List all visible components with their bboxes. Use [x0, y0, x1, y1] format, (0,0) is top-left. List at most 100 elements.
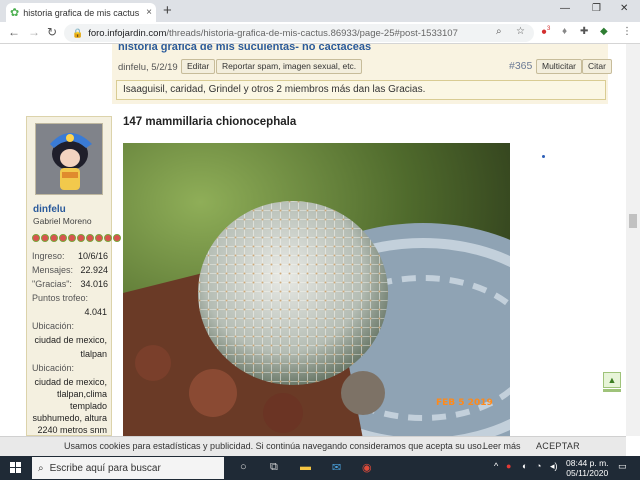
tray-chevron-icon[interactable]: ^ — [494, 461, 498, 471]
task-view-icon[interactable]: ○ — [240, 461, 247, 473]
tab-title: historia grafica de mis cactus | Fo — [23, 7, 142, 18]
address-bar[interactable]: 🔒 foro.infojardin.com/threads/historia-g… — [64, 24, 534, 42]
taskbar-search-box[interactable]: ⌕ Escribe aquí para buscar — [32, 457, 224, 479]
avatar[interactable] — [35, 123, 103, 195]
tab-strip: ✿ historia grafica de mis cactus | Fo × … — [0, 0, 640, 22]
stat-label: Ingreso: — [32, 251, 65, 261]
scroll-to-top-button[interactable]: ▲ — [603, 372, 621, 388]
new-tab-button[interactable]: + — [163, 2, 172, 19]
avatar-image — [36, 124, 102, 194]
minimize-icon[interactable]: — — [560, 3, 570, 14]
tray-app-2-icon[interactable]: ◐ — [522, 461, 527, 471]
rating-star-icon — [104, 234, 112, 242]
scroll-to-bottom-button[interactable] — [603, 389, 621, 392]
location-line: ciudad de mexico, — [34, 335, 107, 345]
location-line: tlalpan — [80, 349, 107, 359]
post-photo[interactable]: FEB 5 2019 — [123, 143, 510, 436]
menu-dots-icon[interactable]: ⋮ — [622, 26, 632, 37]
location2-line: ciudad de mexico, — [34, 377, 107, 387]
browser-tab[interactable]: ✿ historia grafica de mis cactus | Fo × — [6, 3, 156, 22]
network-icon[interactable]: ◔ — [536, 461, 541, 471]
page-content: historia grafica de mis suculentas- no c… — [0, 44, 626, 436]
location2-line: templado — [69, 401, 107, 411]
puzzle-extensions-icon[interactable]: ✚ — [580, 26, 588, 37]
cactus-photo — [123, 143, 510, 436]
trophy-value[interactable]: 4.041 — [31, 307, 107, 317]
taskbar-search-placeholder: Escribe aquí para buscar — [49, 462, 161, 474]
extension-badge-icon[interactable]: ●3 — [541, 26, 550, 37]
extension-badge-count: 3 — [547, 26, 551, 32]
extension-2-icon[interactable]: ◆ — [600, 26, 608, 37]
user-real-name: Gabriel Moreno — [33, 216, 92, 226]
clock-time: 08:44 p. m. — [566, 458, 609, 468]
rating-star-icon — [95, 234, 103, 242]
location2-line: 2240 metros snm — [37, 425, 107, 435]
reload-icon[interactable]: ↻ — [47, 25, 57, 39]
username[interactable]: dinfelu — [33, 204, 66, 215]
stat-value: 10/6/16 — [77, 251, 108, 261]
chrome-icon[interactable]: ◉ — [362, 461, 372, 474]
location2-line: tlalpan,clima — [56, 389, 107, 399]
navigation-bar: ← → ↻ 🔒 foro.infojardin.com/threads/hist… — [0, 22, 640, 44]
stat-messages: Mensajes: 22.924 — [32, 265, 108, 275]
back-icon[interactable]: ← — [8, 25, 20, 39]
stat-value[interactable]: 22.924 — [80, 265, 108, 275]
rating-star-icon — [77, 234, 85, 242]
cookie-banner: Usamos cookies para estadísticas y publi… — [0, 436, 626, 456]
multiquote-button[interactable]: Multicitar — [536, 59, 583, 74]
bookmark-star-icon[interactable]: ☆ — [516, 26, 525, 37]
trophy-label: Puntos trofeo: — [32, 293, 89, 303]
taskbar-clock[interactable]: 08:44 p. m. 05/11/2020 — [566, 458, 609, 478]
forward-icon[interactable]: → — [28, 25, 40, 39]
zoom-icon[interactable]: ⌕ — [496, 26, 502, 37]
user-info-panel: dinfelu Gabriel Moreno Ingreso: 10/6/16 … — [26, 116, 121, 436]
site-favicon-icon: ✿ — [10, 7, 20, 19]
quote-button[interactable]: Citar — [582, 59, 612, 74]
stat-thanks: "Gracias": 34.016 — [32, 279, 108, 289]
cookie-accept-button[interactable]: ACEPTAR — [536, 441, 580, 451]
rating-star-icon — [68, 234, 76, 242]
location-label: Ubicación: — [32, 321, 75, 331]
tab-close-icon[interactable]: × — [146, 7, 152, 18]
stat-value: 34.016 — [80, 279, 108, 289]
file-explorer-icon[interactable]: ▬ — [300, 461, 311, 473]
url-path: /threads/historia-grafica-de-mis-cactus.… — [166, 27, 458, 39]
post-meta[interactable]: dinfelu, 5/2/19 — [118, 62, 178, 73]
location2-line: subhumedo, altura — [32, 413, 107, 423]
edit-button[interactable]: Editar — [181, 59, 216, 74]
stat-joined: Ingreso: 10/6/16 — [32, 251, 108, 261]
extension-icon[interactable]: ♦ — [562, 26, 567, 37]
rating-star-icon — [41, 234, 49, 242]
post-number[interactable]: #365 — [509, 60, 532, 72]
location2-label: Ubicación: — [32, 363, 75, 373]
screen: ✿ historia grafica de mis cactus | Fo × … — [0, 0, 640, 480]
thanks-bar: Isaaguisil, caridad, Grindel y otros 2 m… — [116, 80, 606, 100]
search-icon: ⌕ — [38, 462, 44, 474]
close-window-icon[interactable]: ✕ — [620, 3, 628, 14]
restore-icon[interactable]: ❐ — [592, 3, 601, 14]
user-rating — [32, 234, 121, 242]
multitask-icon[interactable]: ⧉ — [270, 461, 278, 474]
photo-date-stamp: FEB 5 2019 — [436, 398, 493, 408]
volume-icon[interactable]: ◂) — [550, 461, 558, 472]
stat-label: Mensajes: — [32, 265, 74, 275]
lock-icon: 🔒 — [72, 27, 84, 38]
page-scrollbar[interactable] — [626, 44, 640, 436]
cookie-read-more-link[interactable]: Leer más — [483, 441, 521, 451]
rating-star-icon — [32, 234, 40, 242]
rating-star-icon — [50, 234, 58, 242]
rating-star-icon — [113, 234, 121, 242]
windows-taskbar: ⌕ Escribe aquí para buscar ○ ⧉ ▬ ✉ ◉ ^ ●… — [0, 456, 640, 480]
mail-icon[interactable]: ✉ — [332, 461, 341, 474]
scrollbar-thumb[interactable] — [629, 214, 637, 228]
url-host: foro.infojardin.com — [88, 27, 167, 39]
rating-star-icon — [86, 234, 94, 242]
post-title: 147 mammillaria chionocephala — [123, 116, 297, 128]
windows-start-icon[interactable] — [10, 462, 22, 474]
rating-star-icon — [59, 234, 67, 242]
report-button[interactable]: Reportar spam, imagen sexual, etc. — [216, 59, 363, 74]
tray-app-icon[interactable]: ● — [506, 461, 511, 471]
previous-post-title[interactable]: historia grafica de mis suculentas- no c… — [118, 44, 371, 53]
clock-date: 05/11/2020 — [566, 468, 609, 478]
notifications-icon[interactable]: ▭ — [618, 461, 627, 472]
